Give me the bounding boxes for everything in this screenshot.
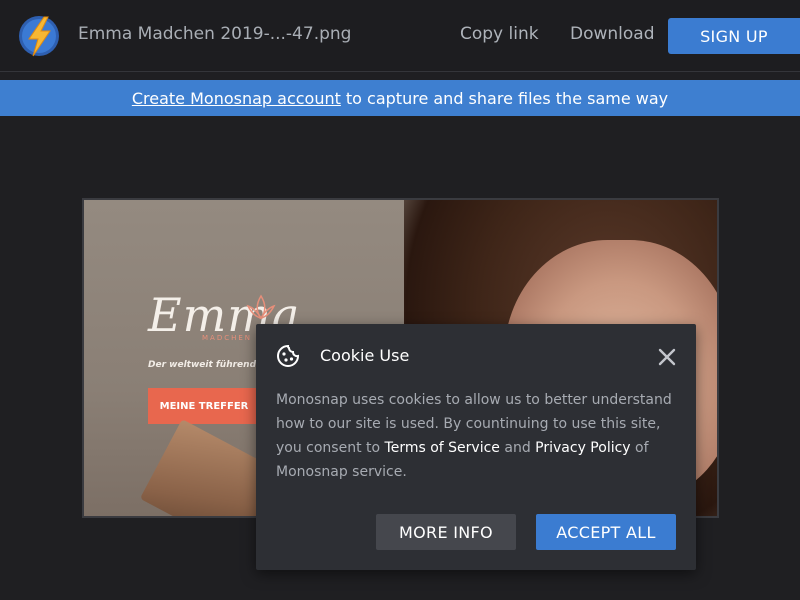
cookie-text-and: and [504,440,531,456]
preview-brand-sub: MADCHEN [202,334,253,342]
more-info-button[interactable]: MORE INFO [376,514,516,550]
lightning-bolt-icon[interactable] [17,14,61,58]
sign-up-button[interactable]: SIGN UP [668,18,800,54]
cookie-dialog: Cookie Use Monosnap uses cookies to allo… [256,324,696,570]
top-bar: Emma Madchen 2019-...-47.png Copy link D… [0,0,800,72]
preview-tagline: Der weltweit führende D [148,360,273,370]
close-icon[interactable] [656,346,678,368]
download-button[interactable]: Download [570,24,655,44]
cookie-dialog-title: Cookie Use [320,346,410,365]
terms-of-service-link[interactable]: Terms of Service [385,440,500,456]
privacy-policy-link[interactable]: Privacy Policy [535,440,630,456]
preview-cta-button: MEINE TREFFER [148,388,260,424]
banner-text: to capture and share files the same way [345,88,669,108]
create-account-link[interactable]: Create Monosnap account [132,89,341,108]
lotus-icon [246,294,276,320]
cookie-icon [277,344,300,367]
file-name: Emma Madchen 2019-...-47.png [78,24,352,44]
copy-link-button[interactable]: Copy link [460,24,539,44]
cookie-dialog-text: Monosnap uses cookies to allow us to bet… [276,388,681,484]
accept-all-button[interactable]: ACCEPT ALL [536,514,676,550]
promo-banner: Create Monosnap account to capture and s… [0,80,800,116]
